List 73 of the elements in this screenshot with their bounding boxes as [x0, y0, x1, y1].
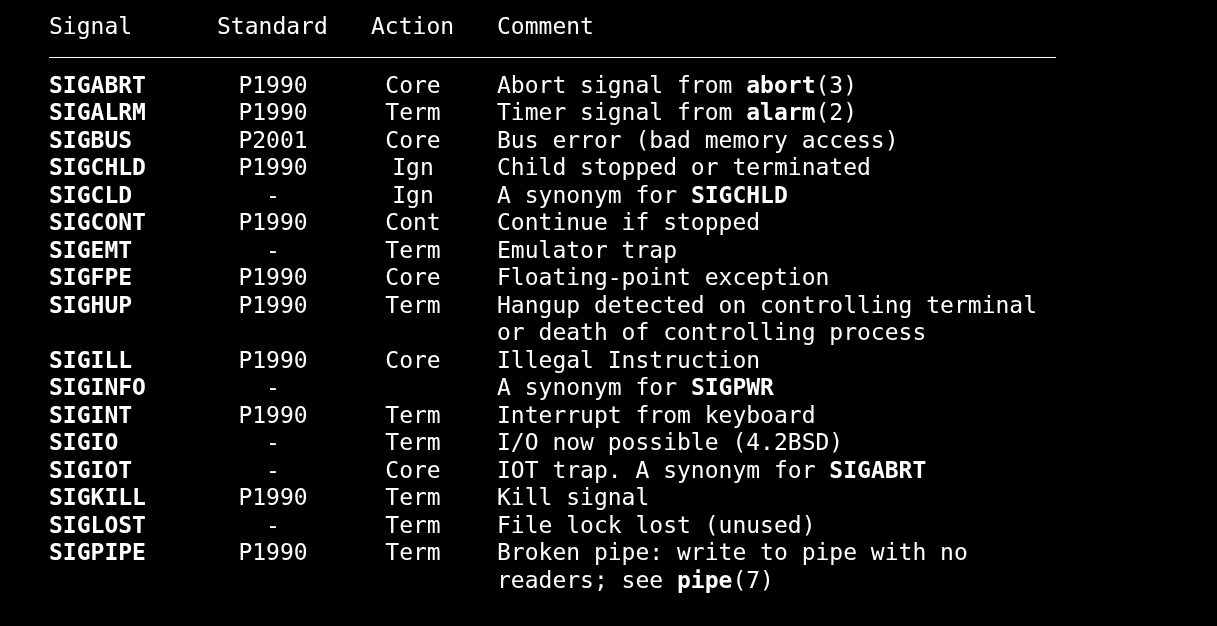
- standard-value: -: [266, 374, 280, 400]
- signal-name: SIGINT: [49, 401, 133, 428]
- standard-value: -: [266, 456, 280, 483]
- signal-name: SIGCLD: [49, 181, 133, 208]
- standard-value: -: [266, 429, 280, 455]
- action-value: Term: [385, 99, 441, 125]
- signal-name: SIGINFO: [49, 374, 146, 400]
- action-value: Core: [385, 346, 441, 373]
- standard-value: P1990: [238, 484, 308, 510]
- signal-name: SIGLOST: [49, 511, 146, 538]
- standard-value: -: [266, 181, 280, 208]
- standard-value: P1990: [238, 401, 308, 428]
- standard-value: P1990: [238, 346, 308, 373]
- comment-text: Abort signal from abort(3): [497, 71, 858, 99]
- action-value: Term: [385, 401, 441, 428]
- action-value: Term: [385, 429, 441, 455]
- standard-value: P1990: [238, 539, 308, 565]
- action-value: Term: [385, 291, 441, 318]
- signal-name: SIGILL: [49, 346, 133, 373]
- comment-text: Continue if stopped: [497, 209, 761, 237]
- action-value: Term: [385, 539, 441, 565]
- standard-value: P1990: [238, 264, 308, 290]
- signal-name: SIGIOT: [49, 456, 133, 483]
- column-header: Action: [371, 13, 455, 39]
- standard-value: P2001: [238, 126, 308, 153]
- comment-text: or death of controlling process: [497, 319, 927, 347]
- comment-text: Kill signal: [497, 484, 650, 512]
- comment-text: IOT trap. A synonym for SIGABRT: [497, 456, 927, 484]
- signal-name: SIGALRM: [49, 99, 146, 125]
- action-value: Term: [385, 236, 441, 263]
- action-value: Core: [385, 264, 441, 290]
- standard-value: P1990: [238, 209, 308, 235]
- comment-text: Broken pipe: write to pipe with no: [497, 539, 968, 567]
- standard-value: P1990: [238, 71, 308, 98]
- comment-text: Floating-point exception: [497, 264, 830, 292]
- comment-text: Timer signal from alarm(2): [497, 99, 858, 127]
- comment-text: Interrupt from keyboard: [497, 401, 816, 429]
- comment-text: I/O now possible (4.2BSD): [497, 429, 844, 457]
- signal-name: SIGFPE: [49, 264, 133, 290]
- signal-name: SIGCONT: [49, 209, 146, 235]
- standard-value: P1990: [238, 154, 308, 180]
- comment-text: A synonym for SIGPWR: [497, 374, 774, 402]
- action-value: Core: [385, 456, 441, 483]
- signal-name: SIGHUP: [49, 291, 133, 318]
- standard-value: -: [266, 511, 280, 538]
- signal-name: SIGABRT: [49, 71, 146, 98]
- signal-name: SIGKILL: [49, 484, 146, 510]
- standard-value: P1990: [238, 291, 308, 318]
- action-value: Ign: [392, 154, 434, 180]
- column-header: Comment: [497, 13, 594, 39]
- comment-text: Illegal Instruction: [497, 346, 761, 374]
- comment-text: readers; see pipe(7): [497, 566, 774, 594]
- comment-text: Hangup detected on controlling terminal: [497, 291, 1038, 319]
- column-header: Standard: [217, 13, 328, 39]
- signal-name: SIGBUS: [49, 126, 133, 153]
- signal-name: SIGPIPE: [49, 539, 146, 565]
- action-value: Core: [385, 126, 441, 153]
- standard-value: P1990: [238, 99, 308, 125]
- action-value: Term: [385, 484, 441, 510]
- signal-name: SIGIO: [49, 429, 119, 455]
- column-header: Signal: [49, 13, 133, 39]
- signal-name: SIGEMT: [49, 236, 133, 263]
- comment-text: File lock lost (unused): [497, 511, 816, 539]
- standard-value: -: [266, 236, 280, 263]
- comment-text: A synonym for SIGCHLD: [497, 181, 788, 209]
- signal-name: SIGCHLD: [49, 154, 146, 180]
- action-value: Cont: [385, 209, 441, 235]
- comment-text: Emulator trap: [497, 236, 677, 264]
- action-value: Ign: [392, 181, 434, 208]
- comment-text: Bus error (bad memory access): [497, 126, 899, 154]
- action-value: Core: [385, 71, 441, 98]
- action-value: Term: [385, 511, 441, 538]
- comment-text: Child stopped or terminated: [497, 154, 871, 182]
